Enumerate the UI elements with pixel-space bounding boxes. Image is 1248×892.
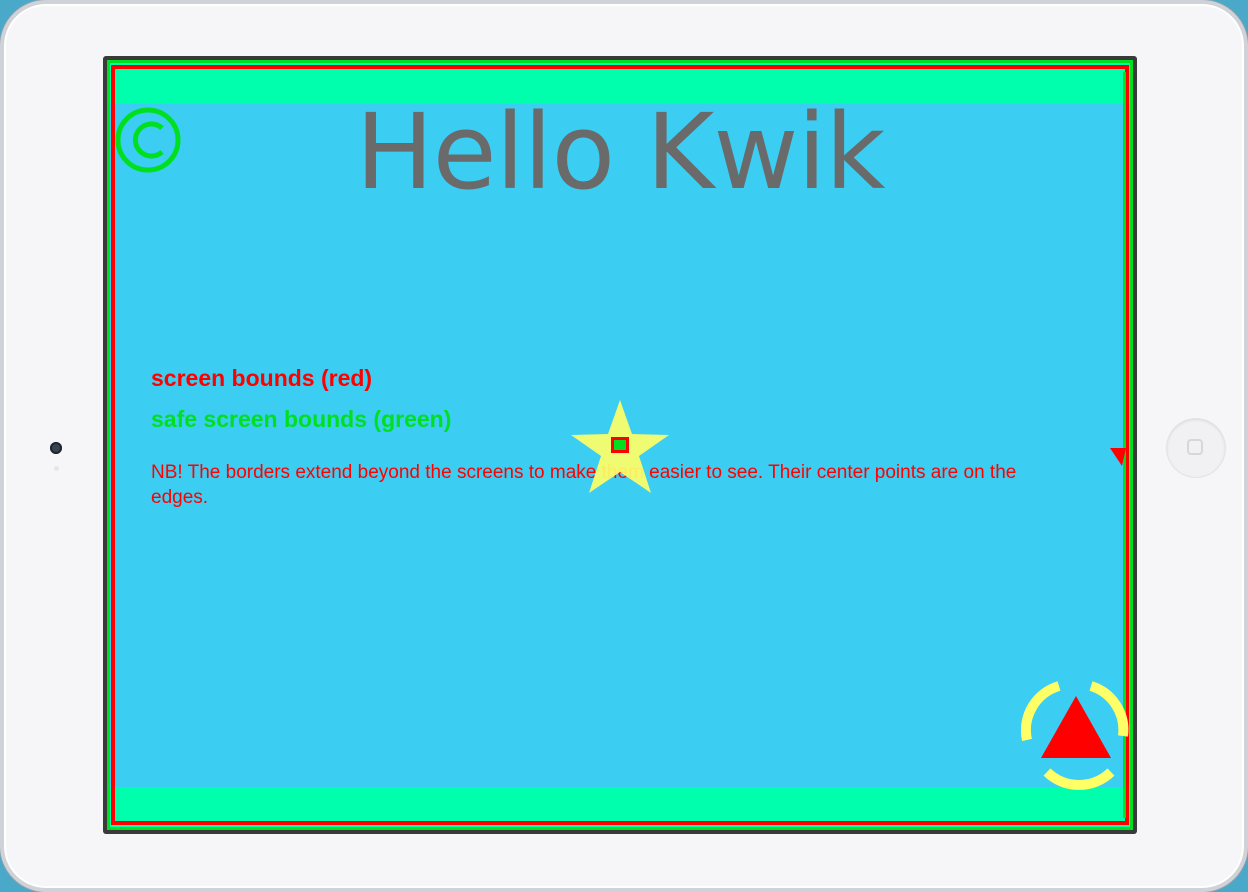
center-point-marker	[611, 437, 629, 453]
safe-bounds-label: safe screen bounds (green)	[151, 406, 452, 432]
screen-bounds-label: screen bounds (red)	[151, 365, 373, 391]
play-triangle-icon[interactable]	[1021, 678, 1129, 790]
sensor-dot	[54, 466, 59, 471]
edge-marker-icon	[1110, 448, 1126, 466]
home-button[interactable]	[1167, 419, 1225, 477]
page-title: Hello Kwik	[355, 91, 885, 213]
copyright-icon	[115, 107, 181, 173]
home-button-icon	[1187, 439, 1203, 455]
camera-icon	[50, 442, 62, 454]
app-screen: Hello Kwik screen bounds (red) safe scre…	[107, 60, 1133, 830]
